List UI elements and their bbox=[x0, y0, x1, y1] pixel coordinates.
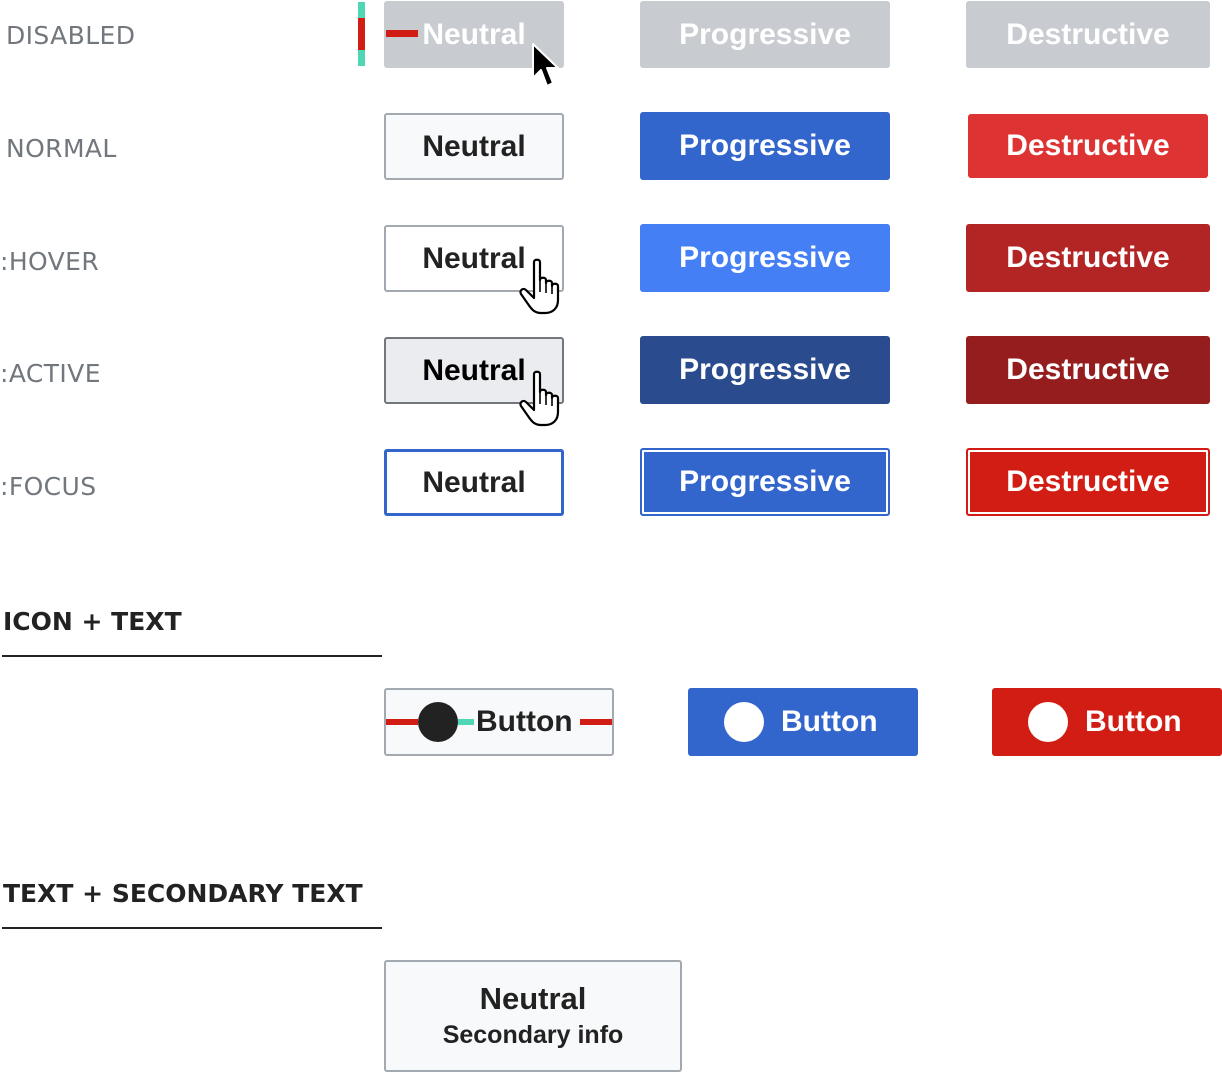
neutral-button-focus[interactable]: Neutral bbox=[384, 449, 564, 516]
button-label: Destructive bbox=[1006, 129, 1170, 162]
progressive-button-focus[interactable]: Progressive bbox=[640, 448, 890, 516]
button-label: Destructive bbox=[1006, 241, 1170, 274]
destructive-button-hover[interactable]: Destructive bbox=[966, 224, 1210, 292]
button-label: Destructive bbox=[1006, 17, 1170, 51]
button-label: Progressive bbox=[679, 17, 851, 51]
state-label-disabled: DISABLED bbox=[6, 21, 136, 50]
section-title-text-secondary: TEXT + SECONDARY TEXT bbox=[3, 879, 363, 908]
neutral-secondary-button[interactable]: Neutral Secondary info bbox=[384, 960, 682, 1072]
spacing-annotation-teal-top bbox=[358, 2, 365, 18]
destructive-button-active[interactable]: Destructive bbox=[966, 336, 1210, 404]
circle-icon bbox=[1028, 702, 1068, 742]
button-label: Progressive bbox=[679, 241, 851, 274]
button-label: Destructive bbox=[1006, 353, 1170, 386]
spacing-annotation-red bbox=[358, 18, 365, 50]
destructive-button-focus[interactable]: Destructive bbox=[966, 448, 1210, 516]
button-label: Neutral bbox=[422, 353, 526, 387]
section-title-icon-text: ICON + TEXT bbox=[3, 607, 182, 636]
progressive-icon-button[interactable]: Button bbox=[688, 688, 918, 756]
state-label-active: :ACTIVE bbox=[0, 359, 101, 388]
gap-annotation-teal bbox=[458, 719, 474, 725]
button-label: Neutral bbox=[422, 129, 526, 163]
button-label: Neutral bbox=[479, 981, 587, 1016]
state-label-normal: NORMAL bbox=[6, 134, 117, 163]
padding-annotation-red-right bbox=[580, 719, 612, 725]
section-divider bbox=[2, 927, 382, 929]
state-label-hover: :HOVER bbox=[0, 247, 100, 276]
button-label: Progressive bbox=[679, 353, 851, 386]
button-label: Progressive bbox=[679, 129, 851, 162]
button-secondary-label: Secondary info bbox=[442, 1021, 624, 1049]
button-label: Neutral bbox=[422, 241, 526, 275]
button-label: Button bbox=[781, 705, 878, 738]
spacing-annotation-teal-bottom bbox=[358, 50, 365, 66]
progressive-button-hover[interactable]: Progressive bbox=[640, 224, 890, 292]
hand-pointer-icon bbox=[519, 258, 560, 315]
progressive-button-active[interactable]: Progressive bbox=[640, 336, 890, 404]
progressive-button-disabled: Progressive bbox=[640, 1, 890, 68]
button-label: Neutral bbox=[422, 17, 526, 51]
padding-annotation-red-left bbox=[386, 719, 418, 725]
destructive-icon-button[interactable]: Button bbox=[992, 688, 1222, 756]
state-label-focus: :FOCUS bbox=[0, 472, 97, 501]
neutral-button-normal[interactable]: Neutral bbox=[384, 113, 564, 180]
circle-icon bbox=[418, 702, 458, 742]
progressive-button-normal[interactable]: Progressive bbox=[640, 112, 890, 180]
destructive-button-disabled: Destructive bbox=[966, 1, 1210, 68]
button-label: Button bbox=[476, 705, 573, 738]
hand-pointer-icon bbox=[519, 370, 560, 427]
destructive-button-normal[interactable]: Destructive bbox=[968, 114, 1208, 178]
button-label: Button bbox=[1085, 705, 1182, 738]
circle-icon bbox=[724, 702, 764, 742]
arrow-cursor-icon bbox=[532, 43, 559, 87]
button-label: Destructive bbox=[1006, 465, 1170, 498]
button-label: Progressive bbox=[679, 465, 851, 498]
padding-annotation-red bbox=[386, 30, 418, 37]
section-divider bbox=[2, 655, 382, 657]
button-label: Neutral bbox=[422, 465, 526, 499]
